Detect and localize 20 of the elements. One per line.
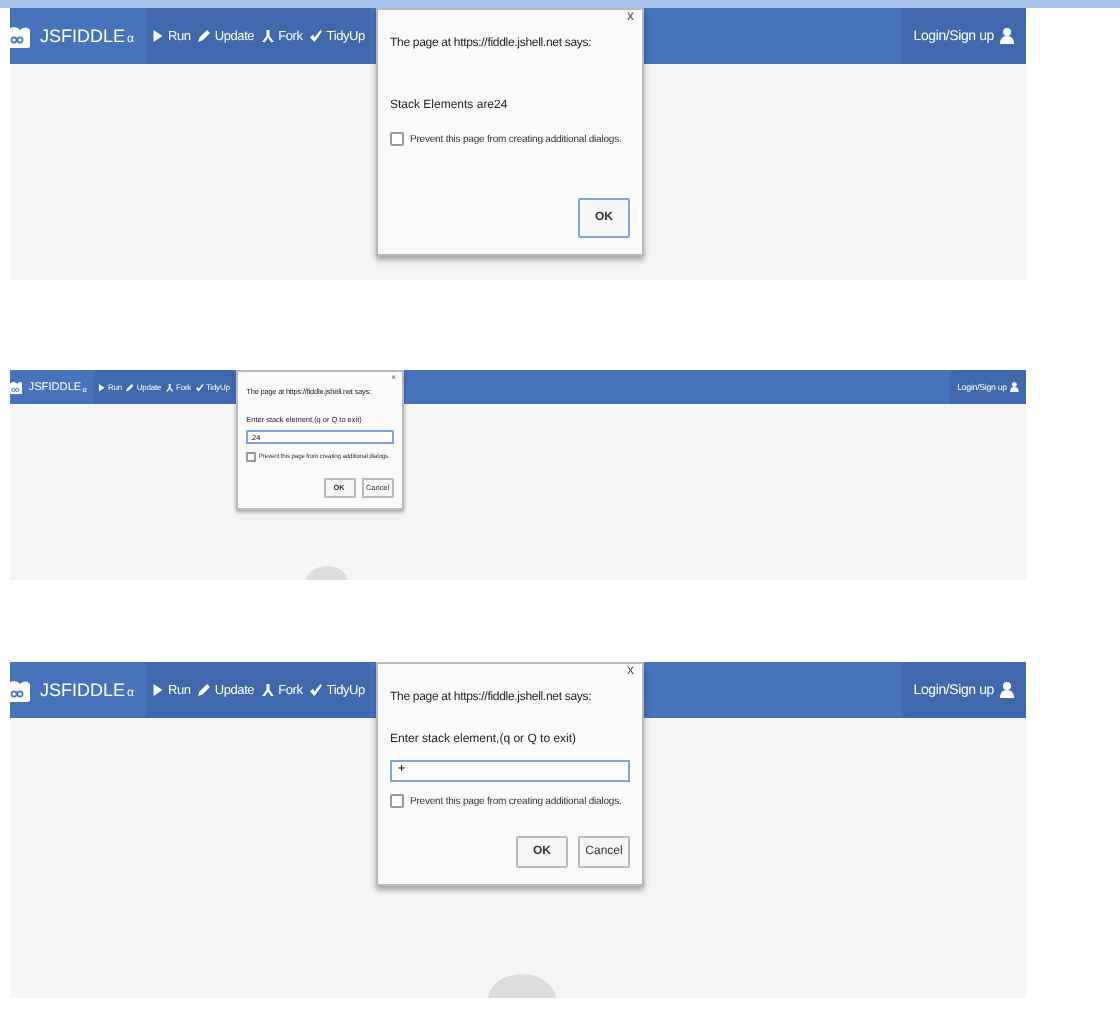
checkbox[interactable]: [390, 132, 404, 146]
play-icon: [98, 383, 106, 392]
play-icon: [152, 684, 164, 696]
fork-icon: [262, 30, 275, 42]
play-icon: [152, 30, 164, 42]
person-icon: [1010, 382, 1020, 393]
checkbox[interactable]: [390, 794, 404, 808]
check-icon: [310, 684, 323, 696]
pencil-icon: [126, 383, 135, 392]
check-icon: [310, 30, 323, 42]
fork-icon: [262, 684, 275, 696]
person-icon: [1000, 682, 1014, 698]
check-icon: [196, 383, 204, 392]
pencil-icon: [198, 30, 211, 42]
logo-text[interactable]: JSFIDDLE: [40, 26, 126, 46]
pencil-icon: [198, 684, 211, 696]
fork-icon: [166, 383, 174, 392]
checkbox[interactable]: [246, 452, 255, 462]
logo-text[interactable]: JSFIDDLE: [40, 680, 126, 700]
person-icon: [1000, 28, 1014, 44]
